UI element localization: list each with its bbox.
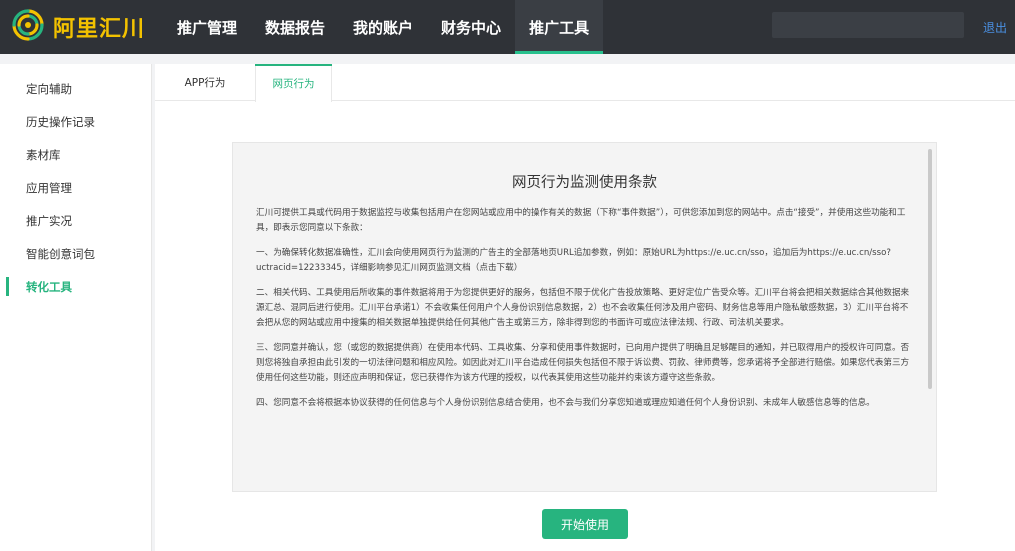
- terms-paragraph: 汇川可提供工具或代码用于数据监控与收集包括用户在您网站或应用中的操作有关的数据（…: [256, 208, 906, 233]
- nav-item-my-account[interactable]: 我的账户: [339, 0, 427, 54]
- main-nav: 推广管理 数据报告 我的账户 财务中心 推广工具: [163, 0, 604, 54]
- terms-title: 网页行为监测使用条款: [512, 175, 657, 191]
- sidebar-item-history-log[interactable]: 历史操作记录: [0, 105, 151, 138]
- terms-paragraph: 三、您同意并确认，您（或您的数据提供商）在使用本代码、工具收集、分享和使用事件数…: [256, 343, 910, 383]
- tab-web-behavior[interactable]: 网页行为: [255, 64, 332, 102]
- logout-link[interactable]: 退出: [983, 19, 1007, 36]
- terms-paragraph: 二、相关代码、工具使用后所收集的事件数据将用于为您提供更好的服务，包括但不限于优…: [256, 288, 910, 328]
- sidebar: 定向辅助 历史操作记录 素材库 应用管理 推广实况 智能创意词包 转化工具: [0, 64, 152, 551]
- terms-body: 汇川可提供工具或代码用于数据监控与收集包括用户在您网站或应用中的操作有关的数据（…: [256, 206, 912, 421]
- nav-item-data-report[interactable]: 数据报告: [251, 0, 339, 54]
- sidebar-item-smart-creative-words[interactable]: 智能创意词包: [0, 237, 151, 270]
- sidebar-item-live-promotion[interactable]: 推广实况: [0, 204, 151, 237]
- spiral-logo-icon: [10, 7, 46, 47]
- start-using-button[interactable]: 开始使用: [542, 509, 628, 539]
- terms-paragraph: 四、您同意不会将根据本协议获得的任何信息与个人身份识别信息结合使用，也不会与我们…: [256, 398, 875, 408]
- main-panel: APP行为 网页行为 网页行为监测使用条款 汇川可提供工具或代码用于数据监控与收…: [155, 64, 1015, 551]
- terms-box[interactable]: 网页行为监测使用条款 汇川可提供工具或代码用于数据监控与收集包括用户在您网站或应…: [232, 142, 937, 492]
- sidebar-item-conversion-tools[interactable]: 转化工具: [0, 270, 151, 303]
- logo-text: 阿里汇川: [53, 17, 146, 42]
- terms-paragraph: 一、为确保转化数据准确性，汇川会向使用网页行为监测的广告主的全部落地页URL追加…: [256, 248, 891, 273]
- top-bar: 阿里汇川 推广管理 数据报告 我的账户 财务中心 推广工具 退出: [0, 0, 1015, 54]
- nav-item-promotion-tools[interactable]: 推广工具: [515, 0, 604, 54]
- sidebar-item-material-library[interactable]: 素材库: [0, 138, 151, 171]
- nav-item-finance-center[interactable]: 财务中心: [427, 0, 515, 54]
- nav-item-promotion-management[interactable]: 推广管理: [163, 0, 251, 54]
- user-info-box[interactable]: [772, 12, 964, 38]
- tab-app-behavior[interactable]: APP行为: [155, 64, 255, 101]
- sidebar-item-targeting-assist[interactable]: 定向辅助: [0, 72, 151, 105]
- logo[interactable]: 阿里汇川: [10, 8, 145, 46]
- tab-bar: APP行为 网页行为: [155, 64, 1015, 102]
- sidebar-item-app-management[interactable]: 应用管理: [0, 171, 151, 204]
